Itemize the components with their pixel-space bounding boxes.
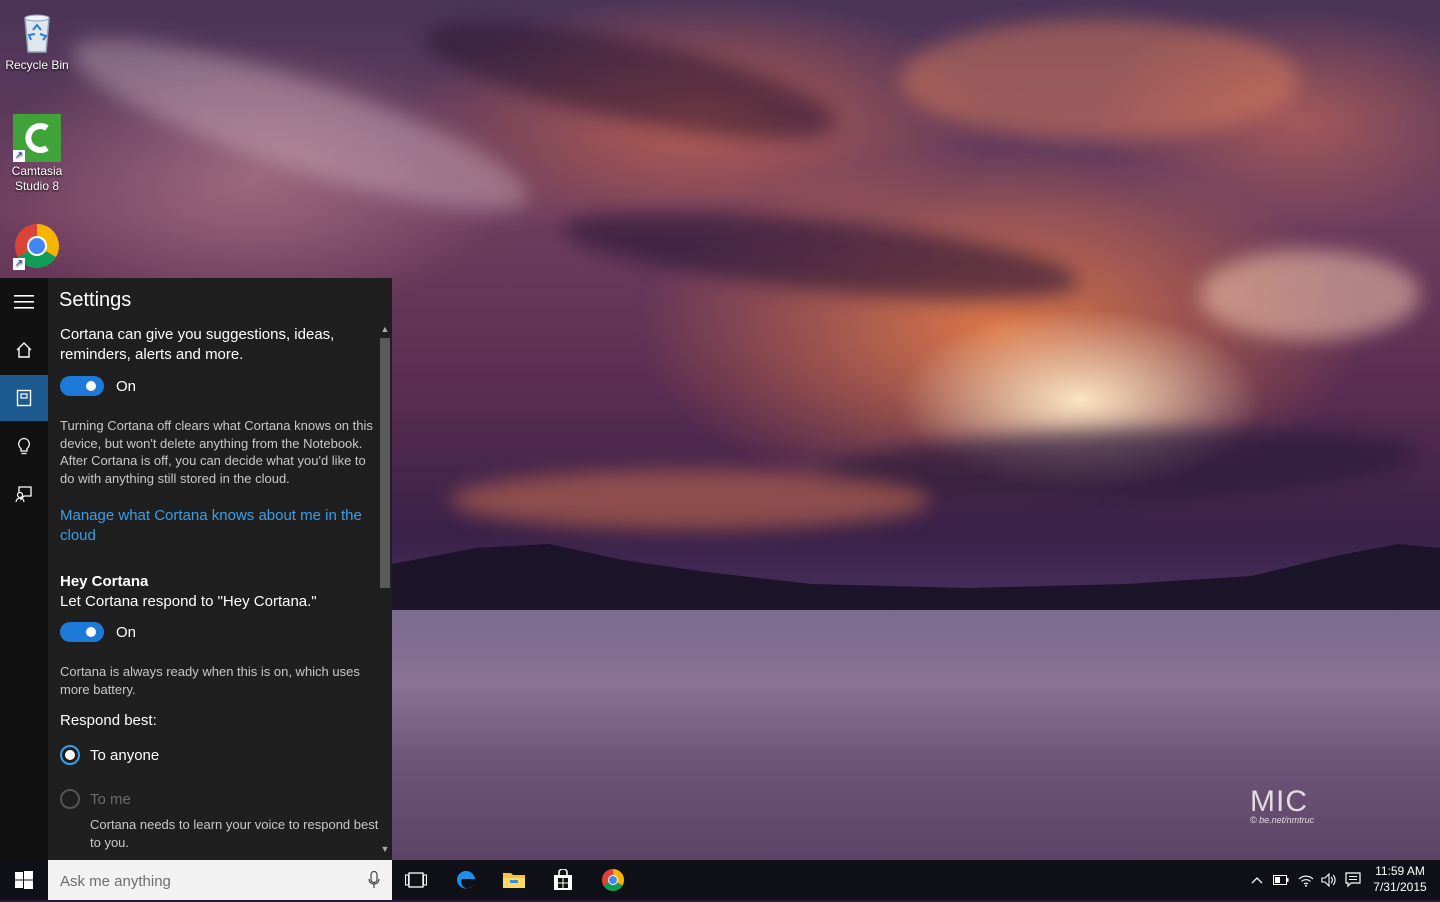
cortana-toggle-label: On [116,377,137,395]
hey-cortana-toggle-row[interactable]: On [60,621,376,643]
store-bag-icon [554,869,572,890]
volume-tray-button[interactable] [1319,870,1339,890]
hey-cortana-toggle-label: On [116,623,137,641]
home-icon [16,342,32,358]
chrome-icon [602,869,624,891]
menu-icon [14,295,34,309]
microphone-icon[interactable] [368,871,380,889]
cortana-toggle-row[interactable]: On [60,375,376,397]
manage-cloud-link[interactable]: Manage what Cortana knows about me in th… [60,506,376,546]
radio-to-me[interactable]: To me [60,788,376,810]
scroll-down-icon[interactable]: ▼ [380,844,390,854]
hills [392,544,1440,620]
cortana-search-box[interactable] [48,860,392,902]
battery-note: Cortana is always ready when this is on,… [60,664,360,697]
file-explorer-taskbar-button[interactable] [490,860,538,900]
folder-icon [503,873,525,888]
chrome-shortcut[interactable]: ↗ [0,222,74,272]
radio-to-anyone-label: To anyone [90,746,160,764]
settings-scrollbar[interactable]: ▲ ▼ [380,324,390,860]
notebook-icon [16,389,32,407]
camtasia-icon: ↗ [13,114,61,162]
respond-best-label: Respond best: [60,712,157,729]
recycle-bin-shortcut[interactable]: Recycle Bin [0,8,74,73]
learn-voice-note: Cortana needs to learn your voice to res… [90,817,379,850]
edge-icon [456,870,475,889]
hey-cortana-description: Let Cortana respond to "Hey Cortana." [60,593,317,610]
cortana-toggle[interactable] [60,376,104,396]
reminders-button[interactable] [0,423,48,469]
settings-content: Cortana can give you suggestions, ideas,… [60,324,378,851]
action-center-button[interactable] [1343,870,1363,890]
task-view-icon [405,872,427,888]
scroll-thumb[interactable] [380,338,390,588]
store-taskbar-button[interactable] [539,860,587,900]
show-hidden-icons-button[interactable] [1247,870,1267,890]
battery-tray-button[interactable] [1271,870,1291,890]
hey-cortana-heading: Hey Cortana [60,573,149,590]
chrome-icon: ↗ [13,222,61,270]
search-input[interactable] [58,860,352,902]
chrome-taskbar-button[interactable] [589,860,637,900]
camtasia-shortcut[interactable]: ↗ Camtasia Studio 8 [0,114,74,194]
page-title: Settings [59,289,132,311]
start-button[interactable] [0,860,48,900]
wifi-icon [1298,875,1314,887]
home-button[interactable] [0,327,48,373]
hey-cortana-toggle[interactable] [60,622,104,642]
feedback-icon [15,486,32,503]
cortana-panel: Settings Cortana can give you suggestion… [0,278,392,860]
chevron-up-icon [1251,877,1263,884]
edge-taskbar-button[interactable] [442,860,490,900]
task-view-button[interactable] [392,860,440,900]
taskbar-clock[interactable]: 11:59 AM 7/31/2015 [1368,863,1432,895]
cortana-off-note: Turning Cortana off clears what Cortana … [60,418,373,486]
notification-icon [1345,872,1361,888]
windows-logo-icon [15,871,33,889]
radio-to-anyone[interactable]: To anyone [60,744,376,766]
shortcut-arrow-icon: ↗ [13,258,25,270]
cortana-nav-rail [0,278,48,860]
lightbulb-icon [18,437,30,455]
recycle-bin-icon [13,8,61,56]
notebook-button[interactable] [0,375,48,421]
radio-to-me-label: To me [90,790,131,808]
shortcut-arrow-icon: ↗ [13,150,25,162]
cortana-intro-text: Cortana can give you suggestions, ideas,… [60,326,335,363]
clock-time: 11:59 AM [1375,864,1425,878]
radio-to-anyone-button[interactable] [60,745,80,765]
battery-icon [1273,875,1289,885]
feedback-button[interactable] [0,471,48,517]
clock-date: 7/31/2015 [1373,880,1427,894]
wifi-tray-button[interactable] [1296,870,1316,890]
watermark: MIC © be.net/nmtruc [1250,785,1315,825]
recycle-bin-label: Recycle Bin [5,58,69,72]
camtasia-label: Camtasia Studio 8 [11,164,63,193]
scroll-up-icon[interactable]: ▲ [380,324,390,334]
taskbar: 11:59 AM 7/31/2015 [0,860,1440,902]
hamburger-menu-button[interactable] [0,279,48,325]
radio-to-me-button[interactable] [60,789,80,809]
speaker-icon [1321,873,1336,887]
